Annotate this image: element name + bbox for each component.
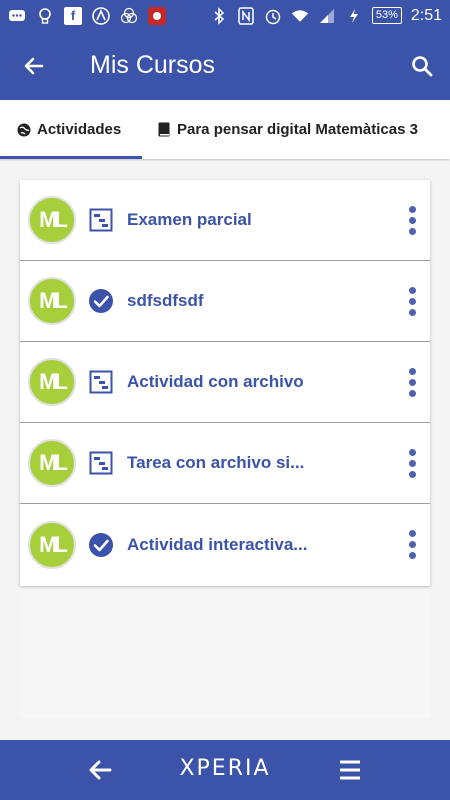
task-icon bbox=[88, 450, 114, 476]
battery-indicator: 53% bbox=[371, 7, 402, 24]
search-button[interactable] bbox=[394, 31, 450, 100]
avatar: ML bbox=[28, 196, 76, 244]
tab-label: Para pensar digital Matemàticas 3 bbox=[177, 121, 418, 138]
activity-title: Tarea con archivo si... bbox=[127, 453, 305, 472]
nav-menu-button[interactable] bbox=[328, 750, 372, 790]
list-item[interactable]: ML Actividad interactiva... bbox=[20, 504, 430, 586]
activity-title: Actividad con archivo bbox=[127, 372, 304, 391]
more-options-icon[interactable] bbox=[394, 180, 430, 261]
app-a-icon bbox=[92, 6, 110, 25]
list-item[interactable]: ML Examen parcial bbox=[20, 180, 430, 261]
globe-icon bbox=[16, 122, 31, 137]
page-title: Mis Cursos bbox=[90, 51, 216, 79]
list-item[interactable]: ML sdfsdfsdf bbox=[20, 261, 430, 342]
check-circle-icon bbox=[88, 288, 114, 314]
circles-icon bbox=[120, 7, 138, 25]
menu-icon bbox=[340, 760, 360, 780]
tab-actividades[interactable]: Actividades bbox=[0, 100, 142, 159]
alarm-icon bbox=[264, 7, 282, 25]
activity-title: sdfsdfsdf bbox=[127, 291, 204, 310]
tab-label: Actividades bbox=[37, 121, 122, 138]
search-icon bbox=[412, 55, 433, 76]
tab-course[interactable]: Para pensar digital Matemàticas 3 bbox=[142, 100, 418, 159]
book-icon bbox=[156, 122, 171, 137]
facebook-icon: f bbox=[64, 6, 82, 25]
more-options-icon[interactable] bbox=[394, 423, 430, 504]
tab-bar: Actividades Para pensar digital Matemàti… bbox=[0, 100, 450, 159]
app-bar: Mis Cursos bbox=[0, 31, 450, 100]
activity-title: Actividad interactiva... bbox=[127, 535, 308, 554]
charging-icon bbox=[345, 7, 363, 25]
activity-title: Examen parcial bbox=[127, 210, 252, 229]
nfc-icon bbox=[237, 6, 255, 25]
arrow-left-icon bbox=[24, 57, 44, 74]
task-icon bbox=[88, 369, 114, 395]
chat-bubble-icon bbox=[8, 7, 26, 25]
task-icon bbox=[88, 207, 114, 233]
signal-icon bbox=[318, 7, 336, 25]
bluetooth-icon bbox=[210, 6, 228, 25]
avatar: ML bbox=[28, 439, 76, 487]
list-item[interactable]: ML Tarea con archivo si... bbox=[20, 423, 430, 504]
check-circle-icon bbox=[88, 532, 114, 558]
back-button[interactable] bbox=[0, 31, 68, 100]
nav-back-button[interactable] bbox=[78, 750, 122, 790]
system-nav-bar: XPERIA bbox=[0, 740, 450, 800]
avatar: ML bbox=[28, 358, 76, 406]
more-options-icon[interactable] bbox=[394, 342, 430, 423]
activity-list: ML Examen parcial ML sdfsdfsdf ML Activi… bbox=[20, 180, 430, 586]
wifi-icon bbox=[291, 7, 309, 25]
more-options-icon[interactable] bbox=[394, 261, 430, 342]
brand-logo: XPERIA bbox=[179, 756, 271, 781]
avatar: ML bbox=[28, 521, 76, 569]
avatar: ML bbox=[28, 277, 76, 325]
clock: 2:51 bbox=[410, 6, 442, 24]
list-item[interactable]: ML Actividad con archivo bbox=[20, 342, 430, 423]
app-red-icon bbox=[148, 6, 166, 25]
status-bar: f 53% 2:51 bbox=[0, 0, 450, 31]
more-options-icon[interactable] bbox=[394, 504, 430, 585]
activity-list-container: ML Examen parcial ML sdfsdfsdf ML Activi… bbox=[20, 180, 430, 718]
arrow-left-icon bbox=[89, 760, 112, 780]
lightbulb-icon bbox=[36, 7, 54, 25]
